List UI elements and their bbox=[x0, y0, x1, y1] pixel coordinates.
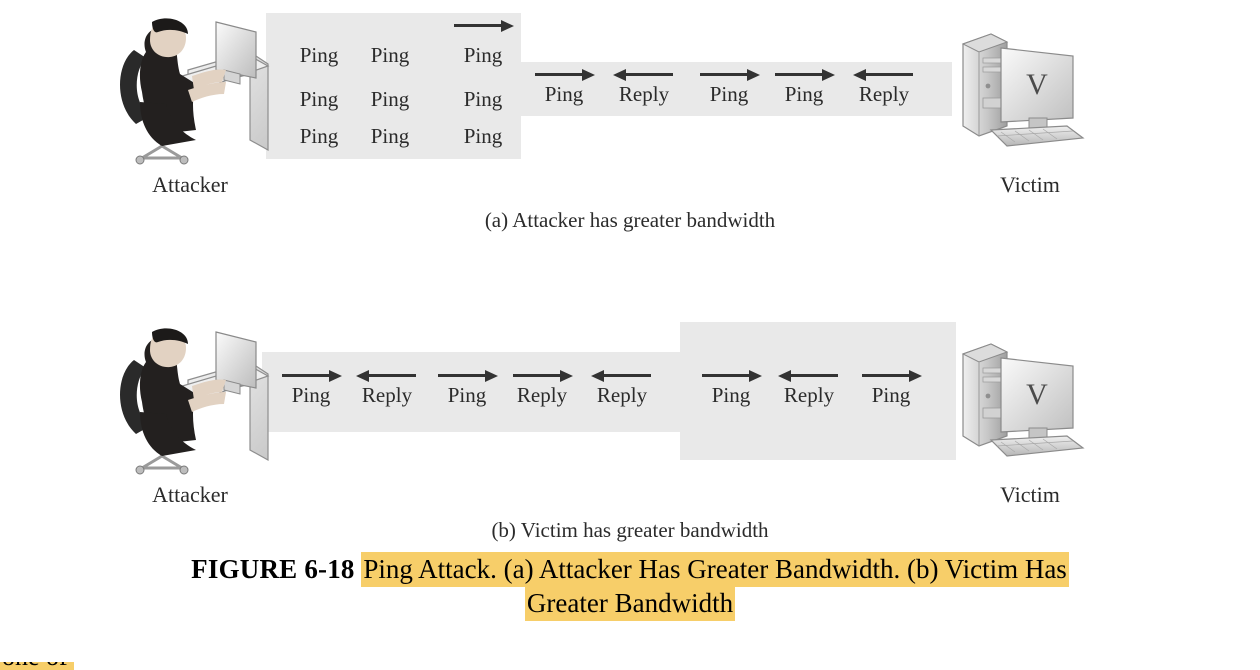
flood-ping-0-1: Ping bbox=[370, 43, 410, 67]
arrow-left-icon bbox=[613, 67, 675, 81]
link-token-b-right-1: Reply bbox=[770, 368, 848, 406]
figure-caption-line2: Greater Bandwidth bbox=[524, 586, 736, 621]
subcaption-a: (a) Attacker has greater bandwidth bbox=[484, 208, 776, 232]
link-token-b-left-2: Ping bbox=[428, 368, 506, 406]
link-token-b-right-0: Ping bbox=[692, 368, 770, 406]
arrow-right-icon bbox=[773, 67, 835, 81]
flood-ping-1-1: Ping bbox=[370, 87, 410, 111]
attacker-illustration-b bbox=[100, 322, 280, 482]
svg-text:V: V bbox=[1026, 68, 1048, 101]
figure-caption: FIGURE 6-18 Ping Attack. (a) Attacker Ha… bbox=[0, 552, 1260, 621]
link-token-b-left-4: Reply bbox=[583, 368, 661, 406]
victim-illustration-b: V bbox=[955, 332, 1105, 472]
diagram-a: Attacker Ping Ping Ping Ping Ping Ping P… bbox=[0, 0, 1260, 250]
diagram-b: Attacker Ping Reply Ping Reply Reply Pin… bbox=[0, 310, 1260, 542]
link-token-b-left-0: Ping bbox=[272, 368, 350, 406]
flood-ping-0-2: Ping bbox=[463, 43, 503, 67]
link-token-b-right-1-label: Reply bbox=[783, 383, 835, 407]
arrow-right-icon bbox=[533, 67, 595, 81]
flood-ping-2-1: Ping bbox=[370, 124, 410, 148]
arrow-right-icon bbox=[280, 368, 342, 382]
figure-number-label: FIGURE 6-18 bbox=[191, 554, 355, 584]
link-token-a-3: Ping bbox=[765, 67, 843, 105]
victim-label-b: Victim bbox=[1000, 482, 1060, 507]
attacker-label-b: Attacker bbox=[152, 482, 228, 507]
link-token-b-left-2-label: Ping bbox=[447, 383, 487, 407]
flood-ping-2-0: Ping bbox=[299, 124, 339, 148]
link-token-a-2: Ping bbox=[690, 67, 768, 105]
bottom-partial-text: one of bbox=[0, 662, 74, 670]
flood-ping-1-2: Ping bbox=[463, 87, 503, 111]
arrow-right-icon bbox=[511, 368, 573, 382]
victim-illustration-a: V bbox=[955, 22, 1105, 162]
arrow-left-icon bbox=[778, 368, 840, 382]
link-token-b-left-1-label: Reply bbox=[361, 383, 413, 407]
link-token-a-4: Reply bbox=[845, 67, 923, 105]
link-token-b-right-2-label: Ping bbox=[871, 383, 911, 407]
flood-arrow-icon bbox=[452, 18, 514, 32]
flood-ping-1-0: Ping bbox=[299, 87, 339, 111]
link-token-a-0: Ping bbox=[525, 67, 603, 105]
bottom-partial-text-label: one of bbox=[2, 662, 68, 670]
link-token-b-left-3-label: Reply bbox=[516, 383, 568, 407]
attacker-label: Attacker bbox=[152, 172, 228, 197]
subcaption-b: (b) Victim has greater bandwidth bbox=[491, 518, 769, 542]
link-token-a-1-label: Reply bbox=[618, 82, 670, 106]
arrow-right-icon bbox=[436, 368, 498, 382]
link-token-b-left-3: Reply bbox=[503, 368, 581, 406]
attacker-illustration bbox=[100, 12, 280, 172]
svg-text:V: V bbox=[1026, 378, 1048, 411]
arrow-left-icon bbox=[356, 368, 418, 382]
flood-ping-0-0: Ping bbox=[299, 43, 339, 67]
link-token-b-left-4-label: Reply bbox=[596, 383, 648, 407]
arrow-left-icon bbox=[853, 67, 915, 81]
link-token-a-2-label: Ping bbox=[709, 82, 749, 106]
arrow-left-icon bbox=[591, 368, 653, 382]
link-token-a-1: Reply bbox=[605, 67, 683, 105]
arrow-right-icon bbox=[700, 368, 762, 382]
link-token-b-left-0-label: Ping bbox=[291, 383, 331, 407]
link-token-b-right-2: Ping bbox=[852, 368, 930, 406]
arrow-right-icon bbox=[860, 368, 922, 382]
link-token-b-right-0-label: Ping bbox=[711, 383, 751, 407]
victim-label-a: Victim bbox=[1000, 172, 1060, 197]
arrow-right-icon bbox=[698, 67, 760, 81]
link-token-a-0-label: Ping bbox=[544, 82, 584, 106]
figure-caption-line1: Ping Attack. (a) Attacker Has Greater Ba… bbox=[361, 552, 1069, 587]
link-token-a-4-label: Reply bbox=[858, 82, 910, 106]
link-token-a-3-label: Ping bbox=[784, 82, 824, 106]
link-token-b-left-1: Reply bbox=[348, 368, 426, 406]
flood-ping-2-2: Ping bbox=[463, 124, 503, 148]
